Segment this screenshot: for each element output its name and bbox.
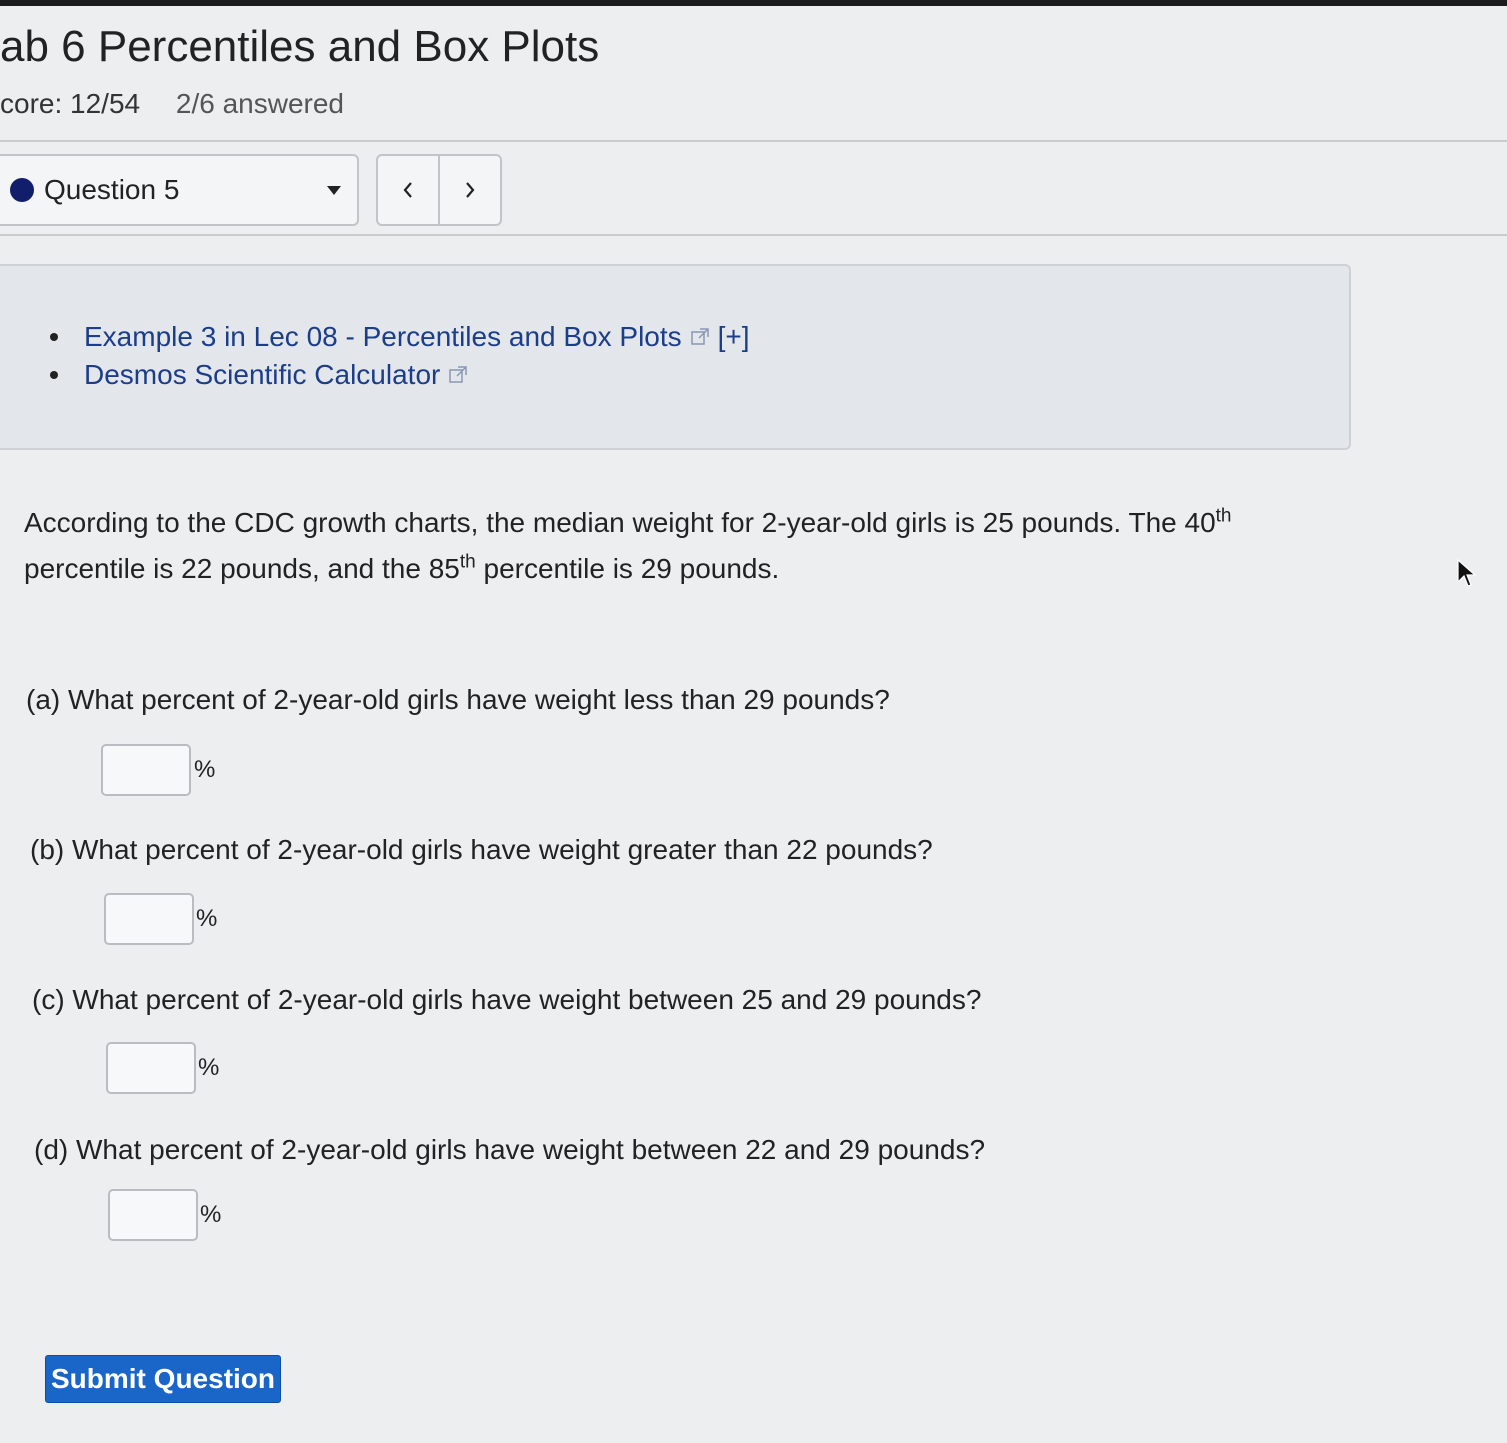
previous-question-button[interactable] xyxy=(378,156,438,224)
part-c-answer-input[interactable] xyxy=(106,1042,196,1094)
caret-down-icon xyxy=(327,186,341,195)
help-item: Example 3 in Lec 08 - Percentiles and Bo… xyxy=(50,318,750,356)
top-bar xyxy=(0,0,1507,6)
page-title: ab 6 Percentiles and Box Plots xyxy=(0,22,600,71)
answered-count: 2/6 answered xyxy=(175,88,344,119)
question-select[interactable]: Question 5 xyxy=(0,154,359,226)
expand-toggle[interactable]: [+] xyxy=(718,321,750,353)
external-link-icon xyxy=(449,366,468,383)
part-a-answer-input[interactable] xyxy=(101,744,191,796)
part-a-question: (a) What percent of 2-year-old girls hav… xyxy=(26,684,890,715)
score-line: core: 12/54 2/6 answered xyxy=(0,88,344,120)
bullet xyxy=(50,333,58,341)
mouse-cursor-icon xyxy=(1457,558,1477,587)
part-d-question: (d) What percent of 2-year-old girls hav… xyxy=(34,1134,986,1165)
question-status-dot xyxy=(10,178,34,202)
ordinal-suffix: th xyxy=(459,551,476,573)
percent-label: % xyxy=(200,1201,222,1228)
question-stem: According to the CDC growth charts, the … xyxy=(24,500,1324,592)
percent-label: % xyxy=(194,756,216,783)
percent-label: % xyxy=(196,905,218,932)
stem-text: percentile is 29 pounds. xyxy=(475,553,780,584)
external-link-icon xyxy=(690,328,709,345)
part-b-answer-input[interactable] xyxy=(104,893,194,945)
chevron-right-icon xyxy=(466,182,475,198)
example-link[interactable]: Example 3 in Lec 08 - Percentiles and Bo… xyxy=(84,321,682,353)
part-b-question: (b) What percent of 2-year-old girls hav… xyxy=(30,834,933,865)
question-nav-group xyxy=(376,154,502,226)
divider xyxy=(0,234,1507,236)
desmos-calculator-link[interactable]: Desmos Scientific Calculator xyxy=(84,359,440,391)
submit-question-button[interactable]: Submit Question xyxy=(45,1355,281,1403)
stem-text: percentile is 22 pounds, and the 85 xyxy=(24,553,460,584)
question-select-label: Question 5 xyxy=(44,174,180,205)
divider xyxy=(0,140,1507,142)
bullet xyxy=(50,371,58,379)
part-d-answer-input[interactable] xyxy=(108,1189,198,1241)
next-question-button[interactable] xyxy=(438,156,500,224)
ordinal-suffix: th xyxy=(1215,505,1232,527)
score-text: core: 12/54 xyxy=(0,88,141,119)
help-list: Example 3 in Lec 08 - Percentiles and Bo… xyxy=(50,318,750,394)
stem-text: According to the CDC growth charts, the … xyxy=(24,507,1216,538)
part-c-question: (c) What percent of 2-year-old girls hav… xyxy=(32,984,982,1015)
question-help-box: Example 3 in Lec 08 - Percentiles and Bo… xyxy=(0,264,1351,450)
chevron-left-icon xyxy=(403,182,412,198)
help-item: Desmos Scientific Calculator xyxy=(50,356,750,394)
percent-label: % xyxy=(198,1054,220,1081)
